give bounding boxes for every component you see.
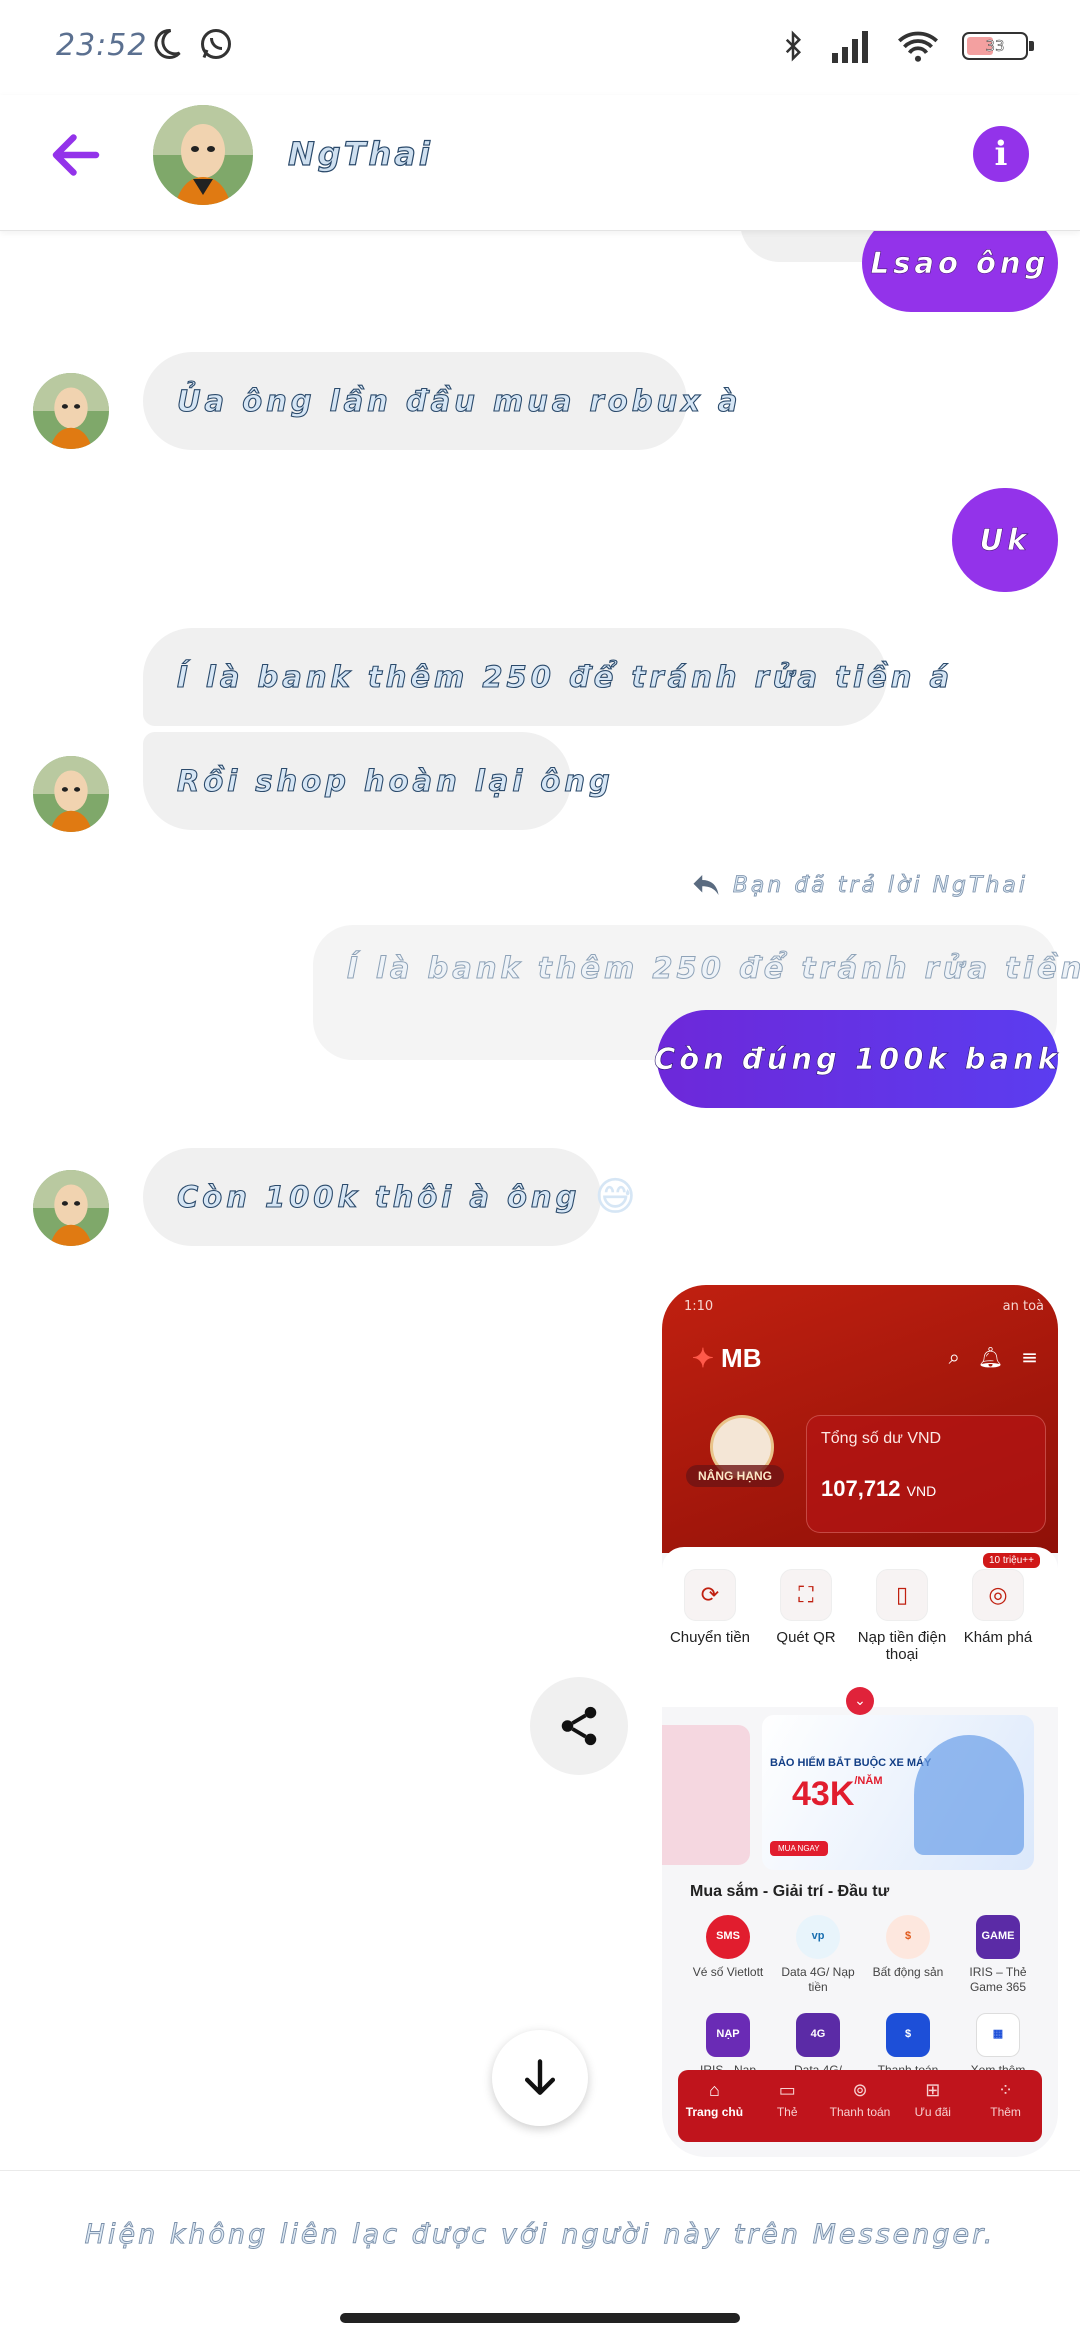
back-button[interactable] <box>46 125 106 185</box>
payment-icon: $ <box>886 2013 930 2057</box>
unavailable-notice: Hiện không liên lạc được với người này t… <box>84 2219 996 2251</box>
compass-icon: ◎ <box>972 1569 1024 1621</box>
arrow-down-icon <box>524 2059 556 2095</box>
sweat-smile-emoji: 😅 <box>594 1174 641 1220</box>
signal-icon <box>832 31 868 63</box>
phone-topup-icon: ▯ <box>876 1569 928 1621</box>
shot-status-right: an toà <box>1002 1299 1044 1314</box>
bald-hero-avatar-icon <box>33 373 109 449</box>
share-button[interactable] <box>530 1677 628 1775</box>
shop-section-title: Mua sắm - Giải trí - Đầu tư <box>690 1883 890 1900</box>
incoming-message[interactable]: Ủa ông lần đầu mua robux à <box>143 352 738 450</box>
promo-banners: BẢO HIỂM BẮT BUỘC XE MÁY 43K/NĂM MUA NGA… <box>662 1705 1058 1870</box>
rank-badge: NÂNG HẠNG <box>686 1465 784 1487</box>
phone-topup-card-icon: NẠP <box>706 2013 750 2057</box>
sender-avatar[interactable] <box>33 756 109 832</box>
more-icon: ⁘ <box>998 2080 1014 2100</box>
reply-indicator: Bạn đã trả lời NgThai <box>691 872 1028 898</box>
sender-avatar[interactable] <box>33 373 109 449</box>
back-arrow-icon <box>52 134 100 176</box>
shot-status-time: 1:10 <box>684 1299 714 1314</box>
whatsapp-icon <box>201 29 231 59</box>
status-time: 23:52 <box>56 28 148 63</box>
status-bar: 23:52 33 <box>0 0 1080 95</box>
scroll-to-bottom-button[interactable] <box>492 2030 588 2126</box>
qr-scan-icon: ⛶ <box>780 1569 832 1621</box>
outgoing-message[interactable]: Uk <box>952 488 1058 592</box>
scooter-illustration <box>914 1735 1024 1855</box>
contact-name[interactable]: NgThai <box>287 134 433 173</box>
transfer-icon: ⟳ <box>684 1569 736 1621</box>
reply-arrow-icon <box>693 875 719 895</box>
shared-image[interactable]: 1:10 an toà ✦ MB ⌕ 🔔︎ ≡ NÂNG HẠNG Tổng s… <box>662 1285 1058 2157</box>
search-icon: ⌕ <box>948 1345 960 1369</box>
shot-tab-bar: ⌂ Trang chủ ▭ Thẻ ⊚ Thanh toán ⊞ Ưu đãi ⁘ Thê… <box>678 2070 1042 2142</box>
game-card-icon: GAME <box>976 1915 1020 1959</box>
gift-icon: ⊞ <box>925 2080 941 2100</box>
battery-level: 33 <box>985 37 1005 56</box>
bell-icon: 🔔︎ <box>977 1345 1004 1369</box>
wifi-icon <box>898 31 938 62</box>
payment-tab-icon: ⊚ <box>852 2080 868 2100</box>
chat-header: NgThai i <box>0 95 1080 231</box>
incoming-message[interactable]: Rồi shop hoàn lại ông <box>143 732 610 830</box>
bald-hero-avatar-icon <box>153 105 253 205</box>
share-icon <box>561 1706 597 1746</box>
contact-avatar[interactable] <box>153 105 253 205</box>
bald-hero-avatar-icon <box>33 1170 109 1246</box>
card-icon: ▭ <box>778 2080 796 2100</box>
home-icon: ⌂ <box>708 2080 720 2100</box>
sms-icon: SMS <box>706 1915 750 1959</box>
vinaphone-icon: vp <box>796 1915 840 1959</box>
data-4g-icon: 4G <box>796 2013 840 2057</box>
battery-icon: 33 <box>962 32 1034 60</box>
bluetooth-icon <box>785 30 802 62</box>
info-button[interactable]: i <box>973 126 1029 182</box>
quick-actions: 10 triệu++ ⟳ Chuyển tiền ⛶ Quét QR ▯ Nạp ti… <box>662 1547 1058 1715</box>
balance-value: 107,712 <box>821 1476 901 1501</box>
chat-footer: Hiện không liên lạc được với người này t… <box>0 2170 1080 2340</box>
sender-avatar[interactable] <box>33 1170 109 1246</box>
more-grid-icon: ▦ <box>976 2013 1020 2057</box>
insurance-banner: BẢO HIỂM BẮT BUỘC XE MÁY 43K/NĂM MUA NGA… <box>762 1715 1034 1870</box>
incoming-message[interactable]: Còn 100k thôi à ông 😅 <box>143 1148 636 1246</box>
real-estate-icon: $ <box>886 1915 930 1959</box>
outgoing-message[interactable]: Còn đúng 100k bank <box>654 1010 1058 1108</box>
menu-icon: ≡ <box>1021 1345 1038 1369</box>
balance-card: Tổng số dư VND 107,712 VND <box>806 1415 1046 1533</box>
bald-hero-avatar-icon <box>33 756 109 832</box>
mb-logo: ✦ MB <box>692 1343 762 1373</box>
home-indicator[interactable] <box>340 2313 740 2323</box>
star-logo-icon: ✦ <box>692 1343 714 1373</box>
moon-icon <box>154 28 181 59</box>
incoming-message[interactable]: Í là bank thêm 250 để tránh rửa tiền á <box>143 628 950 726</box>
